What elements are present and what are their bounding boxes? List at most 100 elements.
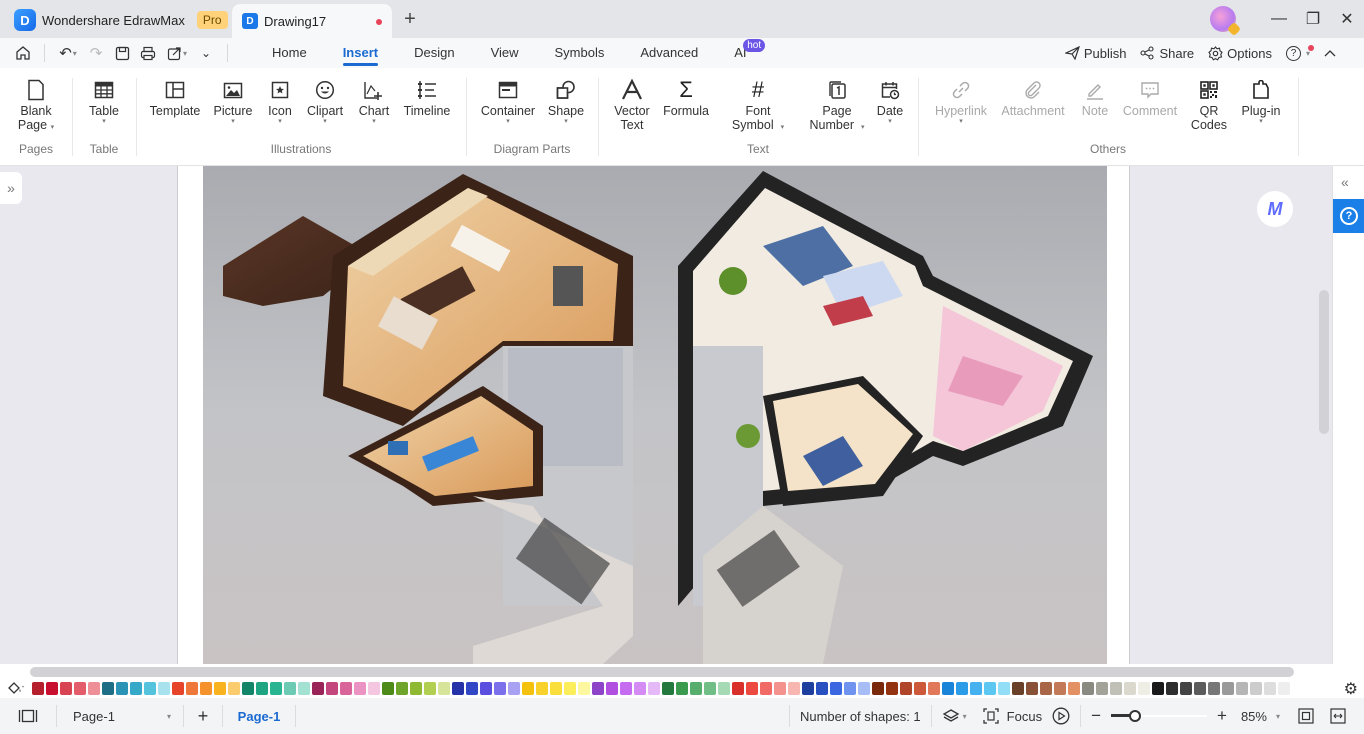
attachment-button[interactable]: Attachment	[998, 76, 1068, 118]
close-button[interactable]: ✕	[1330, 0, 1364, 38]
color-swatch[interactable]	[116, 681, 128, 695]
color-swatch[interactable]	[676, 681, 688, 695]
clipart-button[interactable]: Clipart ▾	[304, 76, 346, 126]
table-button[interactable]: Table ▾	[82, 76, 126, 126]
page-panel-toggle-button[interactable]	[0, 698, 56, 734]
color-swatch[interactable]	[1026, 681, 1038, 695]
color-swatch[interactable]	[760, 681, 772, 695]
layers-button[interactable]: ▾	[932, 698, 975, 734]
color-swatch[interactable]	[144, 681, 156, 695]
color-swatch[interactable]	[592, 681, 604, 695]
fit-width-button[interactable]	[1330, 698, 1364, 734]
tab-symbols[interactable]: Symbols	[537, 38, 623, 68]
focus-mode-button[interactable]: Focus	[975, 698, 1050, 734]
color-swatch[interactable]	[1068, 681, 1080, 695]
color-swatch[interactable]	[536, 681, 548, 695]
color-swatch[interactable]	[74, 681, 86, 695]
color-swatch[interactable]	[956, 681, 968, 695]
color-swatch[interactable]	[88, 681, 100, 695]
timeline-button[interactable]: Timeline	[400, 76, 454, 118]
color-swatch[interactable]	[452, 681, 464, 695]
color-swatch[interactable]	[564, 681, 576, 695]
color-swatch[interactable]	[60, 681, 72, 695]
font-symbol-button[interactable]: # Font Symbol ▾	[726, 76, 790, 132]
color-swatch[interactable]	[1278, 681, 1290, 695]
color-swatch[interactable]	[732, 681, 744, 695]
color-swatch[interactable]	[242, 681, 254, 695]
tab-insert[interactable]: Insert	[325, 38, 396, 68]
color-swatch[interactable]	[494, 681, 506, 695]
color-swatch[interactable]	[1152, 681, 1164, 695]
zoom-slider-thumb[interactable]	[1129, 710, 1142, 722]
home-icon[interactable]	[10, 40, 36, 66]
color-swatch[interactable]	[32, 681, 44, 695]
color-swatch[interactable]	[578, 681, 590, 695]
color-swatch[interactable]	[690, 681, 702, 695]
color-swatch[interactable]	[914, 681, 926, 695]
app-tab[interactable]: D Wondershare EdrawMax Pro	[14, 6, 228, 34]
ai-assistant-button[interactable]: M	[1257, 191, 1293, 227]
help-button[interactable]: ? ▾	[1285, 44, 1314, 61]
color-swatch[interactable]	[816, 681, 828, 695]
fit-page-button[interactable]	[1298, 698, 1330, 734]
color-swatch[interactable]	[1110, 681, 1122, 695]
color-swatch[interactable]	[746, 681, 758, 695]
expand-left-panel-button[interactable]: »	[0, 172, 22, 204]
color-swatch[interactable]	[872, 681, 884, 695]
color-swatch[interactable]	[214, 681, 226, 695]
color-swatch[interactable]	[550, 681, 562, 695]
palette-settings-gear-icon[interactable]: ⚙	[1344, 679, 1358, 699]
color-swatch[interactable]	[130, 681, 142, 695]
color-swatch[interactable]	[158, 681, 170, 695]
user-avatar[interactable]	[1210, 6, 1236, 32]
color-swatch[interactable]	[844, 681, 856, 695]
double-chevron-left-icon[interactable]: «	[1341, 174, 1349, 190]
color-swatch[interactable]	[46, 681, 58, 695]
share-button[interactable]: Share	[1140, 46, 1194, 61]
undo-button[interactable]: ↶ ▾	[53, 40, 83, 66]
color-swatch[interactable]	[984, 681, 996, 695]
color-swatch[interactable]	[1012, 681, 1024, 695]
color-swatch[interactable]	[1082, 681, 1094, 695]
formula-button[interactable]: Σ Formula	[660, 76, 712, 118]
color-swatch[interactable]	[340, 681, 352, 695]
add-page-button[interactable]: +	[184, 698, 222, 734]
hyperlink-button[interactable]: Hyperlink ▾	[932, 76, 990, 126]
color-swatch[interactable]	[200, 681, 212, 695]
color-swatch[interactable]	[312, 681, 324, 695]
vector-text-button[interactable]: Vector Text	[612, 76, 652, 132]
plug-in-button[interactable]: Plug-in ▾	[1236, 76, 1286, 126]
zoom-in-button[interactable]: +	[1217, 698, 1241, 734]
color-swatch[interactable]	[970, 681, 982, 695]
color-swatch[interactable]	[186, 681, 198, 695]
color-swatch[interactable]	[1180, 681, 1192, 695]
color-swatch[interactable]	[606, 681, 618, 695]
zoom-out-button[interactable]: −	[1081, 698, 1101, 734]
tab-advanced[interactable]: Advanced	[622, 38, 716, 68]
color-swatch[interactable]	[1194, 681, 1206, 695]
minimize-button[interactable]: —	[1262, 0, 1296, 38]
date-button[interactable]: Date ▾	[872, 76, 908, 126]
icon-button[interactable]: Icon ▾	[264, 76, 296, 126]
tab-home[interactable]: Home	[254, 38, 325, 68]
color-swatch[interactable]	[942, 681, 954, 695]
color-swatch[interactable]	[900, 681, 912, 695]
color-swatch[interactable]	[368, 681, 380, 695]
vertical-scrollbar[interactable]	[1319, 290, 1329, 434]
color-swatch[interactable]	[1264, 681, 1276, 695]
color-swatch[interactable]	[1040, 681, 1052, 695]
qr-codes-button[interactable]: QR Codes	[1190, 76, 1228, 132]
color-swatch[interactable]	[1250, 681, 1262, 695]
color-swatch[interactable]	[102, 681, 114, 695]
drawing-page[interactable]	[177, 166, 1130, 664]
export-button[interactable]: ▾	[161, 40, 193, 66]
color-swatch[interactable]	[774, 681, 786, 695]
color-swatch[interactable]	[1124, 681, 1136, 695]
color-swatch[interactable]	[704, 681, 716, 695]
color-swatch[interactable]	[662, 681, 674, 695]
color-swatch[interactable]	[1166, 681, 1178, 695]
picture-button[interactable]: Picture ▾	[212, 76, 254, 126]
note-button[interactable]: Note	[1078, 76, 1112, 118]
color-swatch[interactable]	[256, 681, 268, 695]
color-swatch[interactable]	[998, 681, 1010, 695]
